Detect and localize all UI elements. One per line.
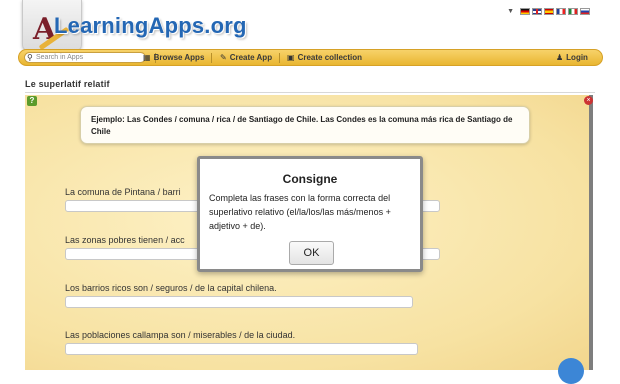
language-selector[interactable]: ▼	[507, 8, 590, 15]
flag-ru-icon[interactable]	[580, 8, 590, 15]
browse-apps-label: Browse Apps	[153, 53, 205, 62]
flag-uk-icon[interactable]	[532, 8, 542, 15]
create-app-link[interactable]: ✎ Create App	[220, 53, 272, 62]
browse-apps-link[interactable]: ▦ Browse Apps	[143, 53, 204, 62]
pencil-icon: ✎	[220, 53, 227, 62]
search-placeholder: Search in Apps	[36, 54, 84, 61]
dialog-title: Consigne	[282, 172, 338, 186]
user-icon: ♟	[556, 53, 564, 62]
question-label-3: Los barrios ricos son / seguros / de la …	[65, 283, 277, 293]
title-divider	[25, 92, 595, 93]
question-label-1: La comuna de Pintana / barri	[65, 187, 181, 197]
login-label: Login	[566, 53, 588, 62]
question-label-2: Las zonas pobres tienen / acc	[65, 235, 185, 245]
answer-input-3[interactable]	[65, 296, 413, 308]
flag-es-icon[interactable]	[544, 8, 554, 15]
search-input[interactable]: ⚲ Search in Apps	[24, 52, 146, 63]
login-link[interactable]: ♟ Login	[556, 53, 588, 62]
flag-it-icon[interactable]	[568, 8, 578, 15]
collection-icon: ▣	[287, 53, 295, 62]
nav-divider	[211, 53, 212, 63]
flag-de-icon[interactable]	[520, 8, 530, 15]
floating-action-button[interactable]	[558, 358, 584, 384]
example-card: Ejemplo: Las Condes / comuna / rica / de…	[80, 106, 530, 144]
create-collection-label: Create collection	[297, 53, 363, 62]
search-icon: ⚲	[27, 53, 33, 62]
flag-fr-icon[interactable]	[556, 8, 566, 15]
chevron-down-icon[interactable]: ▼	[507, 8, 514, 15]
nav-divider	[279, 53, 280, 63]
create-app-label: Create App	[229, 53, 273, 62]
instructions-dialog: Consigne Completa las frases con la form…	[197, 156, 423, 272]
main-navigation-bar: ⚲ Search in Apps ▦ Browse Apps ✎ Create Ap…	[18, 49, 603, 66]
help-icon[interactable]: ?	[27, 96, 37, 106]
close-icon[interactable]: ×	[584, 96, 593, 105]
answer-input-4[interactable]	[65, 343, 418, 355]
app-scrollbar[interactable]	[589, 95, 593, 370]
dialog-body: Completa las frases con la forma correct…	[209, 193, 391, 231]
create-collection-link[interactable]: ▣ Create collection	[287, 53, 362, 62]
page-title: Le superlatif relatif	[25, 79, 110, 89]
grid-icon: ▦	[143, 53, 151, 62]
question-label-4: Las poblaciones callampa son / miserable…	[65, 330, 296, 340]
site-logo-text[interactable]: LearningApps.org	[54, 13, 247, 39]
ok-button[interactable]: OK	[289, 241, 334, 265]
